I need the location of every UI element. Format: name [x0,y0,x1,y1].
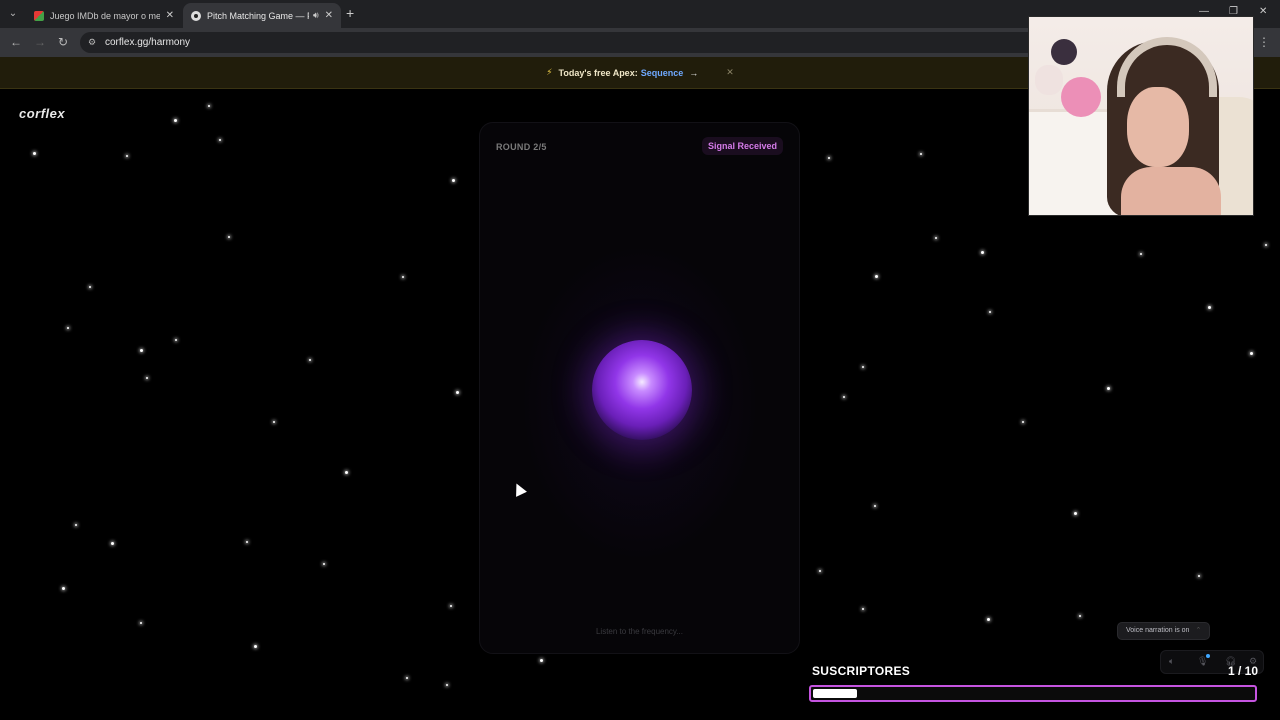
reload-icon[interactable]: ↻ [58,35,68,49]
star [935,237,937,239]
cam-plush-light [1035,65,1063,95]
star [450,605,452,607]
webcam-overlay [1028,16,1254,216]
cam-shelf [1029,109,1119,215]
star [1079,615,1081,617]
cam-person-face [1127,87,1189,167]
site-logo[interactable]: corflex [19,106,65,121]
round-indicator: ROUND 2/5 [496,142,547,152]
star [345,471,348,474]
tab-audio-icon[interactable]: 🔊︎ [313,10,319,21]
site-info-icon[interactable]: ⚙ [88,37,96,48]
bolt-icon: ⚡︎ [546,67,553,77]
cam-plush-pink [1061,77,1101,117]
promo-link[interactable]: Sequence [641,68,684,78]
back-icon[interactable]: ← [10,35,22,49]
narration-label: Voice narration is on [1126,627,1190,634]
url-text[interactable]: corflex.gg/harmony [105,37,190,48]
forward-icon[interactable]: → [34,35,46,49]
voice-narration-toast: Voice narration is on ⌃ [1117,622,1211,640]
star [1198,575,1200,577]
star [273,421,275,423]
star [1074,512,1077,515]
tab-title: Pitch Matching Game — Free [207,10,309,21]
star [126,155,128,157]
star [843,396,845,398]
window-close-icon[interactable]: ✕ [1259,6,1267,17]
star [989,311,991,313]
star [1208,306,1211,309]
new-tab-button[interactable]: + [346,5,354,21]
game-card: ROUND 2/5 Signal Received Listen to the … [479,122,800,654]
browser-tab-imdb[interactable]: Juego IMDb de mayor o menor ✕ [26,3,182,28]
star [323,563,325,565]
tab-close-icon[interactable]: ✕ [166,10,174,21]
subscribers-progress-bar [809,685,1257,702]
cam-person-body [1121,167,1221,215]
star [874,505,876,507]
star [862,608,864,610]
star [920,153,922,155]
star [33,152,36,155]
star [1140,253,1142,255]
status-badge: Signal Received [701,137,783,155]
star [146,377,148,379]
pitch-orb[interactable] [592,340,692,440]
promo-text: Today's free Apex: [558,67,638,78]
star [406,677,408,679]
star [208,105,210,107]
browser-menu-icon[interactable]: ⋮ [1258,35,1270,49]
star [1250,352,1253,355]
star [456,391,459,394]
tab-search-chevron-icon[interactable]: ⌄ [4,5,22,23]
star [254,645,257,648]
subscribers-progress-fill [813,689,857,698]
star [75,524,77,526]
star [402,276,404,278]
star [1265,244,1267,246]
star [452,179,455,182]
star [140,622,142,624]
star [875,275,878,278]
star [228,236,230,238]
star [174,119,177,122]
star [111,542,114,545]
star [309,359,311,361]
hint-text: Listen to the frequency... [595,627,683,636]
tab-close-icon[interactable]: ✕ [325,10,333,21]
star [819,570,821,572]
star [175,339,177,341]
star [828,157,830,159]
cam-plush-dark [1051,39,1077,65]
speaker-icon[interactable]: 🔈︎ [1169,656,1174,667]
arrow-right-icon[interactable]: → [689,68,698,78]
tab-title: Juego IMDb de mayor o menor [50,10,160,21]
star [246,541,248,543]
subscribers-label: SUSCRIPTORES [812,664,911,678]
caret-icon: ⌃ [1195,627,1202,634]
mic-active-dot [1206,654,1210,658]
corflex-favicon-icon [191,10,201,21]
browser-tab-pitch-game[interactable]: Pitch Matching Game — Free 🔊︎ ✕ [183,3,341,28]
star [981,251,984,254]
imdb-favicon-icon [34,10,44,21]
star [89,286,91,288]
star [67,327,69,329]
star [219,139,221,141]
subscribers-count: 1 / 10 [1228,664,1259,678]
star [446,684,448,686]
star [540,659,543,662]
star [1022,421,1024,423]
star [987,618,990,621]
promo-close-button[interactable]: ✕ [726,67,734,78]
cam-headset [1117,37,1217,97]
star [862,366,864,368]
star [62,587,65,590]
star [1107,387,1110,390]
star [140,349,143,352]
